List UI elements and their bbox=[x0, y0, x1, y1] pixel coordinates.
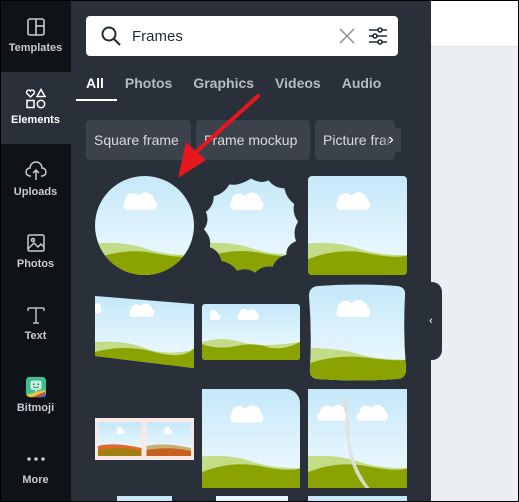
chip-frame-mockup[interactable]: Frame mockup bbox=[196, 120, 310, 160]
rail-label: Uploads bbox=[13, 186, 58, 198]
rail-label: Bitmoji bbox=[16, 402, 55, 414]
collapse-panel-button[interactable]: ‹ bbox=[420, 282, 442, 360]
search-input[interactable] bbox=[132, 27, 332, 45]
result-partial-frame-3[interactable] bbox=[308, 496, 407, 502]
result-partial-frame-2[interactable] bbox=[216, 496, 288, 502]
result-corner-rounded-frame[interactable] bbox=[202, 389, 300, 488]
tab-all[interactable]: All bbox=[76, 72, 117, 102]
search-icon bbox=[101, 26, 121, 46]
tab-videos[interactable]: Videos bbox=[275, 72, 321, 102]
editor-top-bar bbox=[431, 0, 519, 47]
close-icon[interactable] bbox=[338, 27, 356, 45]
result-skewed-frame[interactable] bbox=[95, 296, 194, 368]
text-icon bbox=[25, 304, 47, 326]
filter-sliders-icon[interactable] bbox=[368, 26, 388, 46]
rail-item-uploads[interactable]: Uploads bbox=[0, 144, 71, 216]
elements-icon bbox=[25, 88, 47, 110]
rail-item-bitmoji[interactable]: Bitmoji bbox=[0, 360, 71, 432]
result-landscape-frame[interactable] bbox=[202, 304, 300, 360]
editor-canvas-area[interactable] bbox=[431, 47, 519, 502]
rail-item-elements[interactable]: Elements bbox=[0, 72, 71, 144]
rail-label: Templates bbox=[8, 42, 63, 54]
search-bar bbox=[86, 16, 398, 56]
result-rounded-square-frame[interactable] bbox=[308, 176, 407, 275]
image-icon bbox=[25, 232, 47, 254]
more-dots-icon bbox=[25, 448, 47, 470]
elements-panel: All Photos Graphics Videos Audio Square … bbox=[71, 0, 431, 502]
chip-square-frame[interactable]: Square frame bbox=[86, 120, 191, 160]
tab-photos[interactable]: Photos bbox=[125, 72, 172, 102]
tab-graphics[interactable]: Graphics bbox=[193, 72, 254, 102]
rail-label: More bbox=[22, 474, 49, 486]
chevron-left-icon: ‹ bbox=[429, 315, 433, 327]
result-torn-paper-frame[interactable] bbox=[308, 389, 407, 488]
result-double-photo-mockup-frame[interactable] bbox=[95, 418, 194, 460]
result-scalloped-frame[interactable] bbox=[202, 176, 300, 275]
rail-label: Photos bbox=[16, 258, 55, 270]
result-circle-frame[interactable] bbox=[95, 176, 194, 275]
result-wavy-square-frame[interactable] bbox=[308, 284, 407, 381]
rail-item-text[interactable]: Text bbox=[0, 288, 71, 360]
left-rail: Templates Elements Uploads Photos Text B… bbox=[0, 0, 71, 502]
rail-item-more[interactable]: More bbox=[0, 432, 71, 502]
suggestion-chips: Square frame Frame mockup Picture frame bbox=[86, 120, 416, 160]
cloud-upload-icon bbox=[24, 160, 47, 182]
rail-item-templates[interactable]: Templates bbox=[0, 0, 71, 72]
templates-icon bbox=[25, 16, 47, 38]
rail-item-photos[interactable]: Photos bbox=[0, 216, 71, 288]
bitmoji-icon bbox=[25, 376, 47, 398]
rail-label: Elements bbox=[11, 114, 60, 126]
results-tabs: All Photos Graphics Videos Audio bbox=[76, 72, 402, 106]
chevron-right-icon[interactable]: › bbox=[381, 128, 401, 152]
rail-label: Text bbox=[24, 330, 47, 342]
result-partial-frame-1[interactable] bbox=[117, 496, 172, 502]
tab-audio[interactable]: Audio bbox=[342, 72, 382, 102]
